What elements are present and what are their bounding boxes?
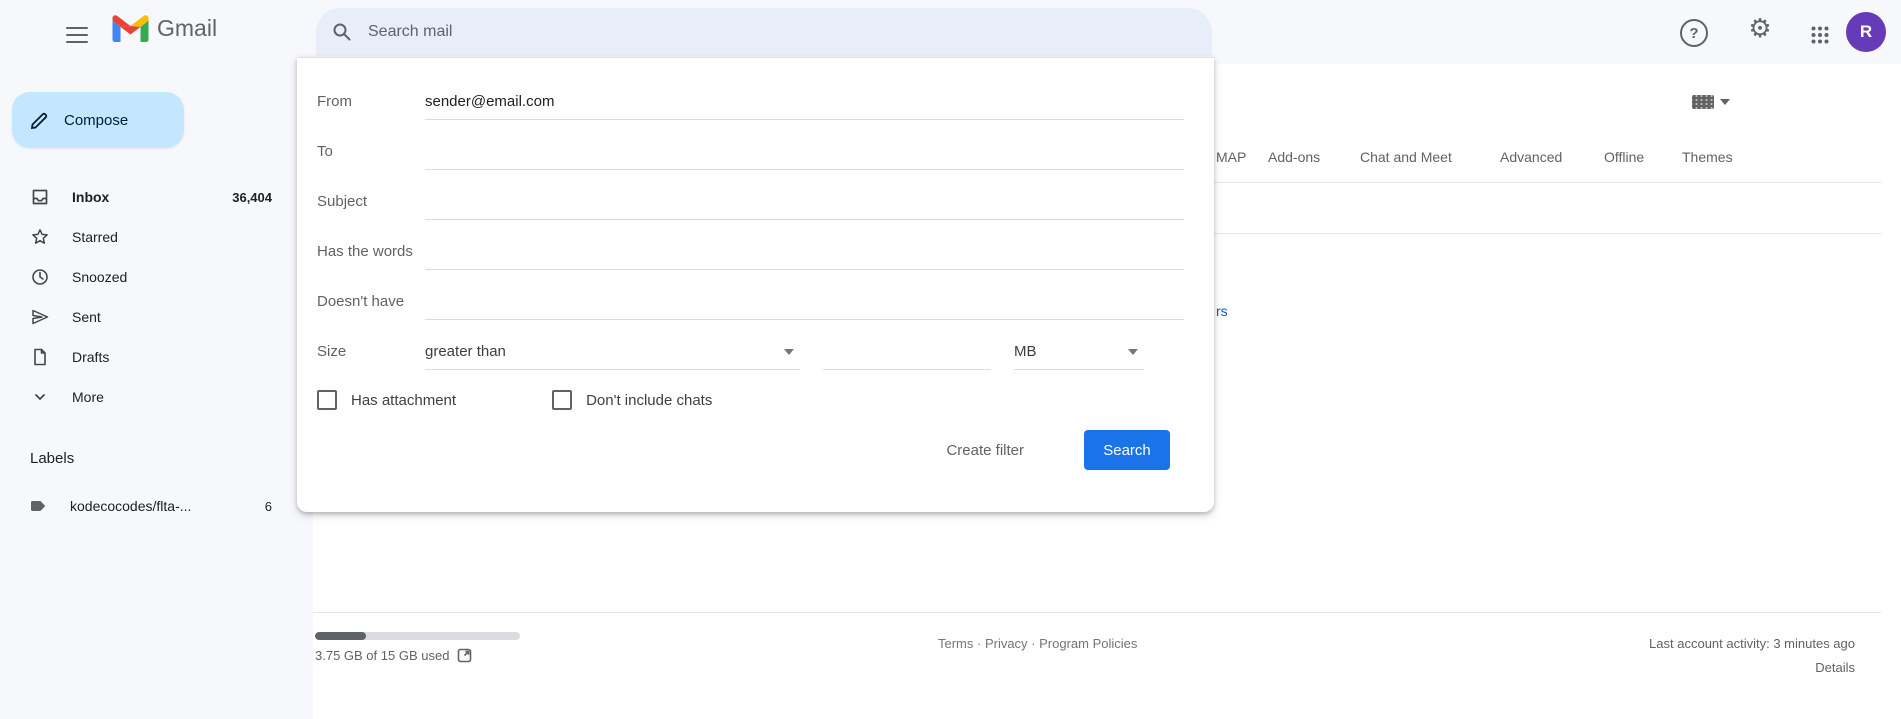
checkbox-don-t-include-chats[interactable]: Don't include chats: [552, 390, 712, 410]
checkbox-row: Has attachment Don't include chats: [317, 388, 1184, 412]
field-input-doesn-t-have[interactable]: [425, 293, 1184, 320]
settings-tab-advanced[interactable]: Advanced: [1500, 149, 1562, 165]
sidebar-item-count: 36,404: [232, 190, 272, 205]
settings-gear-icon[interactable]: ⚙: [1746, 15, 1774, 43]
label-name: kodecocodes/flta-...: [70, 498, 265, 514]
field-input-from[interactable]: [425, 93, 1184, 120]
compose-label: Compose: [64, 112, 128, 129]
details-link[interactable]: Details: [1815, 660, 1855, 675]
settings-tab-offline[interactable]: Offline: [1604, 149, 1644, 165]
sidebar-item-label: Inbox: [72, 189, 232, 205]
hamburger-menu-icon[interactable]: [64, 20, 96, 48]
chevron-icon: [30, 387, 50, 407]
checkbox-label: Don't include chats: [586, 392, 712, 409]
compose-button[interactable]: Compose: [12, 92, 184, 148]
gmail-m-icon: [112, 14, 149, 42]
settings-tab-map[interactable]: MAP: [1216, 149, 1246, 165]
filter-field-row: Doesn't have: [317, 270, 1184, 320]
sidebar-item-drafts[interactable]: Drafts: [0, 337, 284, 377]
settings-tab-chat-and-meet[interactable]: Chat and Meet: [1360, 149, 1452, 165]
size-operator-dropdown[interactable]: greater than: [425, 343, 800, 370]
label-count: 6: [265, 499, 272, 514]
search-input[interactable]: [366, 22, 1196, 42]
draft-icon: [30, 347, 50, 367]
import-filters-link-fragment[interactable]: rs: [1216, 303, 1228, 319]
last-account-activity: Last account activity: 3 minutes ago: [1649, 636, 1855, 651]
inbox-icon: [30, 187, 50, 207]
filter-field-row: Has the words: [317, 220, 1184, 270]
filter-field-row: To: [317, 120, 1184, 170]
storage-progress-fill: [315, 632, 366, 640]
sidebar-nav: Inbox36,404 Starred Snoozed Sent Drafts More: [0, 177, 284, 417]
footer-policy-links[interactable]: Terms · Privacy · Program Policies: [938, 636, 1137, 651]
checkbox-icon[interactable]: [552, 390, 572, 410]
dialog-buttons: Create filter Search: [317, 430, 1184, 470]
storage-widget: 3.75 GB of 15 GB used: [315, 632, 520, 663]
sidebar-item-label: Drafts: [72, 349, 272, 365]
gmail-wordmark: Gmail: [157, 15, 217, 42]
sidebar-item-snoozed[interactable]: Snoozed: [0, 257, 284, 297]
apps-grid-icon[interactable]: [1806, 21, 1834, 49]
input-tools-dropdown-icon[interactable]: [1720, 99, 1730, 105]
settings-tab-themes[interactable]: Themes: [1682, 149, 1733, 165]
filter-field-row: Subject: [317, 170, 1184, 220]
pencil-icon: [30, 110, 50, 130]
size-label: Size: [317, 343, 425, 370]
sidebar-item-label: Snoozed: [72, 269, 272, 285]
sidebar-item-starred[interactable]: Starred: [0, 217, 284, 257]
avatar[interactable]: R: [1846, 12, 1886, 52]
search-bar[interactable]: [316, 8, 1212, 56]
labels-header: Labels: [30, 450, 74, 467]
gmail-app: Gmail ? ⚙ R MAP Add-ons Chat and Meet Advan…: [0, 0, 1901, 719]
settings-tab-add-ons[interactable]: Add-ons: [1268, 149, 1320, 165]
filter-field-row: From: [317, 70, 1184, 120]
size-row: Size greater than MB: [317, 320, 1184, 370]
field-input-subject[interactable]: [425, 193, 1184, 220]
checkbox-icon[interactable]: [317, 390, 337, 410]
header: Gmail ? ⚙ R: [0, 0, 1901, 64]
field-label: Doesn't have: [317, 293, 425, 320]
search-filter-dialog: From To Subject Has the words Doesn't have S…: [297, 57, 1214, 512]
checkbox-label: Has attachment: [351, 392, 456, 409]
field-input-to[interactable]: [425, 143, 1184, 170]
chevron-down-icon: [784, 349, 794, 355]
size-value-input[interactable]: [823, 342, 991, 370]
external-link-icon[interactable]: [457, 648, 472, 663]
star-icon: [30, 227, 50, 247]
sidebar-item-kodecocodes[interactable]: kodecocodes/flta-... 6: [0, 488, 284, 524]
sidebar-item-label: More: [72, 389, 272, 405]
search-icon: [332, 22, 352, 42]
sidebar-item-sent[interactable]: Sent: [0, 297, 284, 337]
sidebar: Compose Inbox36,404 Starred Snoozed Sent Dra…: [0, 64, 300, 719]
field-label: Has the words: [317, 243, 425, 270]
input-tools-keyboard-icon[interactable]: [1692, 95, 1714, 109]
send-icon: [30, 307, 50, 327]
sidebar-item-more[interactable]: More: [0, 377, 284, 417]
field-label: Subject: [317, 193, 425, 220]
storage-used-text: 3.75 GB of 15 GB used: [315, 648, 449, 663]
size-unit-dropdown[interactable]: MB: [1014, 343, 1144, 370]
filter-fields: From To Subject Has the words Doesn't have: [317, 70, 1184, 320]
search-button[interactable]: Search: [1084, 430, 1170, 470]
sidebar-item-label: Sent: [72, 309, 272, 325]
chevron-down-icon: [1128, 349, 1138, 355]
field-label: To: [317, 143, 425, 170]
footer-divider: [313, 612, 1881, 613]
label-tag-icon: [28, 496, 48, 516]
help-icon[interactable]: ?: [1680, 19, 1708, 47]
gmail-logo: Gmail: [112, 14, 217, 42]
sidebar-item-inbox[interactable]: Inbox36,404: [0, 177, 284, 217]
storage-progress-bar: [315, 632, 520, 640]
clock-icon: [30, 267, 50, 287]
create-filter-button[interactable]: Create filter: [934, 434, 1036, 467]
checkbox-has-attachment[interactable]: Has attachment: [317, 390, 456, 410]
sidebar-item-label: Starred: [72, 229, 272, 245]
field-label: From: [317, 93, 425, 120]
field-input-has-the-words[interactable]: [425, 243, 1184, 270]
